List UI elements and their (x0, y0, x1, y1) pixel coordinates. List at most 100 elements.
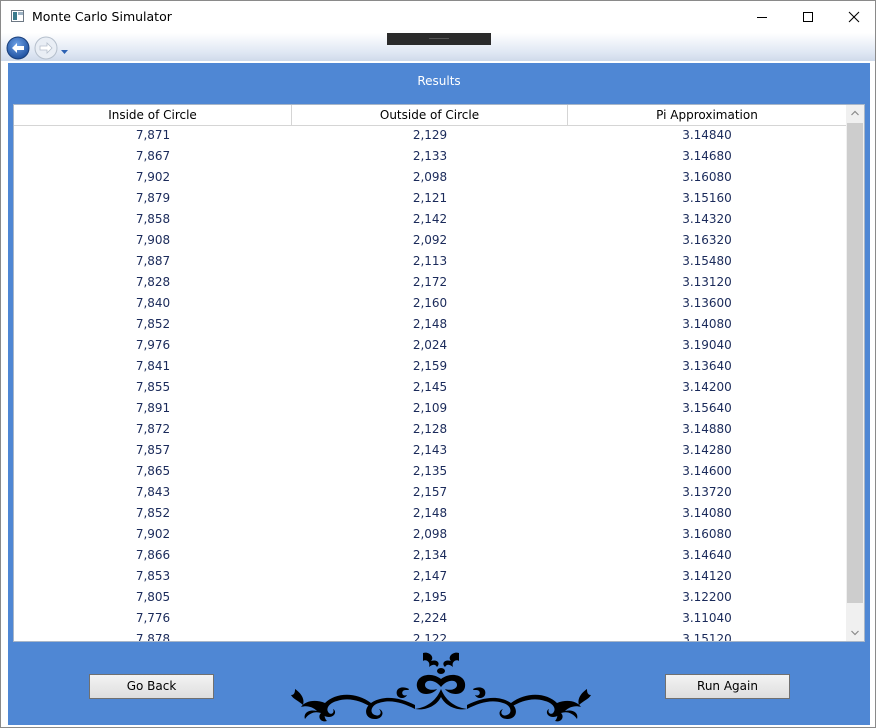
close-button[interactable] (831, 1, 876, 33)
cell-inside: 7,879 (135, 191, 171, 205)
cell-outside: 2,157 (412, 485, 448, 499)
app-window: Monte Carlo Simulator Results Inside of … (0, 0, 876, 728)
cell-outside: 2,195 (412, 590, 448, 604)
table-row[interactable]: 7,872 2,128 3.14880 (14, 419, 846, 440)
table-row[interactable]: 7,841 2,159 3.13640 (14, 356, 846, 377)
minimize-button[interactable] (739, 1, 785, 33)
cell-outside: 2,098 (412, 170, 448, 184)
cell-outside: 2,121 (412, 191, 448, 205)
table-row[interactable]: 7,853 2,147 3.14120 (14, 566, 846, 587)
table-row[interactable]: 7,871 2,129 3.14840 (14, 125, 846, 146)
table-row[interactable]: 7,976 2,024 3.19040 (14, 335, 846, 356)
cell-pi: 3.14600 (682, 464, 732, 478)
window-title: Monte Carlo Simulator (32, 9, 172, 24)
cell-outside: 2,135 (412, 464, 448, 478)
forward-arrow-icon (34, 36, 58, 60)
cell-inside: 7,867 (135, 149, 171, 163)
table-row[interactable]: 7,840 2,160 3.13600 (14, 293, 846, 314)
table-row[interactable]: 7,857 2,143 3.14280 (14, 440, 846, 461)
table-row[interactable]: 7,805 2,195 3.12200 (14, 587, 846, 608)
table-row[interactable]: 7,828 2,172 3.13120 (14, 272, 846, 293)
cell-outside: 2,172 (412, 275, 448, 289)
cell-pi: 3.13600 (682, 296, 732, 310)
table-row[interactable]: 7,902 2,098 3.16080 (14, 524, 846, 545)
title-bar[interactable]: Monte Carlo Simulator (1, 1, 875, 33)
table-row[interactable]: 7,891 2,109 3.15640 (14, 398, 846, 419)
table-body: 7,871 2,129 3.14840 7,867 2,133 3.14680 7,902 2… (14, 125, 846, 642)
column-header-pi[interactable]: Pi Approximation (568, 105, 846, 125)
cell-outside: 2,133 (412, 149, 448, 163)
cell-inside: 7,852 (135, 317, 171, 331)
cell-inside: 7,857 (135, 443, 171, 457)
cell-outside: 2,092 (412, 233, 448, 247)
chevron-down-icon (851, 630, 859, 636)
table-row[interactable]: 7,879 2,121 3.15160 (14, 188, 846, 209)
cell-inside: 7,805 (135, 590, 171, 604)
scroll-down-button[interactable] (846, 624, 864, 641)
table-row[interactable]: 7,852 2,148 3.14080 (14, 314, 846, 335)
table-row[interactable]: 7,858 2,142 3.14320 (14, 209, 846, 230)
cell-inside: 7,871 (135, 128, 171, 142)
cell-inside: 7,858 (135, 212, 171, 226)
table-header: Inside of Circle Outside of Circle Pi Ap… (14, 105, 846, 126)
cell-outside: 2,113 (412, 254, 448, 268)
cell-pi: 3.14680 (682, 149, 732, 163)
cell-inside: 7,887 (135, 254, 171, 268)
cell-outside: 2,159 (412, 359, 448, 373)
table-row[interactable]: 7,866 2,134 3.14640 (14, 545, 846, 566)
scroll-up-button[interactable] (846, 105, 864, 122)
table-row[interactable]: 7,852 2,148 3.14080 (14, 503, 846, 524)
results-panel: Results Inside of Circle Outside of Circ… (8, 63, 870, 725)
cell-outside: 2,128 (412, 422, 448, 436)
cell-inside: 7,840 (135, 296, 171, 310)
close-icon (848, 11, 860, 23)
cell-outside: 2,143 (412, 443, 448, 457)
cell-inside: 7,828 (135, 275, 171, 289)
scrollbar-thumb[interactable] (847, 123, 863, 603)
cell-pi: 3.14200 (682, 380, 732, 394)
table-row[interactable]: 7,878 2,122 3.15120 (14, 629, 846, 642)
cell-outside: 2,122 (412, 632, 448, 642)
maximize-button[interactable] (785, 1, 831, 33)
vertical-scrollbar[interactable] (846, 105, 864, 641)
cell-pi: 3.13120 (682, 275, 732, 289)
cell-outside: 2,160 (412, 296, 448, 310)
column-header-outside[interactable]: Outside of Circle (292, 105, 568, 125)
chevron-up-icon (851, 110, 859, 116)
cell-inside: 7,776 (135, 611, 171, 625)
table-row[interactable]: 7,776 2,224 3.11040 (14, 608, 846, 629)
table-row[interactable]: 7,867 2,133 3.14680 (14, 146, 846, 167)
run-again-button[interactable]: Run Again (665, 674, 790, 699)
cell-inside: 7,872 (135, 422, 171, 436)
cell-outside: 2,098 (412, 527, 448, 541)
back-button[interactable] (6, 36, 30, 63)
cell-inside: 7,976 (135, 338, 171, 352)
table-row[interactable]: 7,855 2,145 3.14200 (14, 377, 846, 398)
drag-grip[interactable] (387, 33, 491, 45)
cell-pi: 3.14120 (682, 569, 732, 583)
cell-inside: 7,852 (135, 506, 171, 520)
window-app-icon (11, 10, 24, 22)
column-header-inside[interactable]: Inside of Circle (14, 105, 292, 125)
cell-inside: 7,908 (135, 233, 171, 247)
table-row[interactable]: 7,908 2,092 3.16320 (14, 230, 846, 251)
results-table[interactable]: Inside of Circle Outside of Circle Pi Ap… (13, 104, 865, 642)
cell-pi: 3.15480 (682, 254, 732, 268)
cell-outside: 2,224 (412, 611, 448, 625)
table-row[interactable]: 7,887 2,113 3.15480 (14, 251, 846, 272)
table-row[interactable]: 7,902 2,098 3.16080 (14, 167, 846, 188)
cell-pi: 3.15160 (682, 191, 732, 205)
cell-pi: 3.14640 (682, 548, 732, 562)
forward-button[interactable] (34, 36, 58, 63)
table-row[interactable]: 7,843 2,157 3.13720 (14, 482, 846, 503)
cell-outside: 2,148 (412, 317, 448, 331)
cell-pi: 3.13640 (682, 359, 732, 373)
go-back-button[interactable]: Go Back (89, 674, 214, 699)
cell-pi: 3.15120 (682, 632, 732, 642)
back-arrow-icon (6, 36, 30, 60)
cell-outside: 2,109 (412, 401, 448, 415)
history-dropdown[interactable] (61, 44, 68, 58)
table-row[interactable]: 7,865 2,135 3.14600 (14, 461, 846, 482)
cell-pi: 3.13720 (682, 485, 732, 499)
chevron-down-icon (61, 50, 68, 54)
